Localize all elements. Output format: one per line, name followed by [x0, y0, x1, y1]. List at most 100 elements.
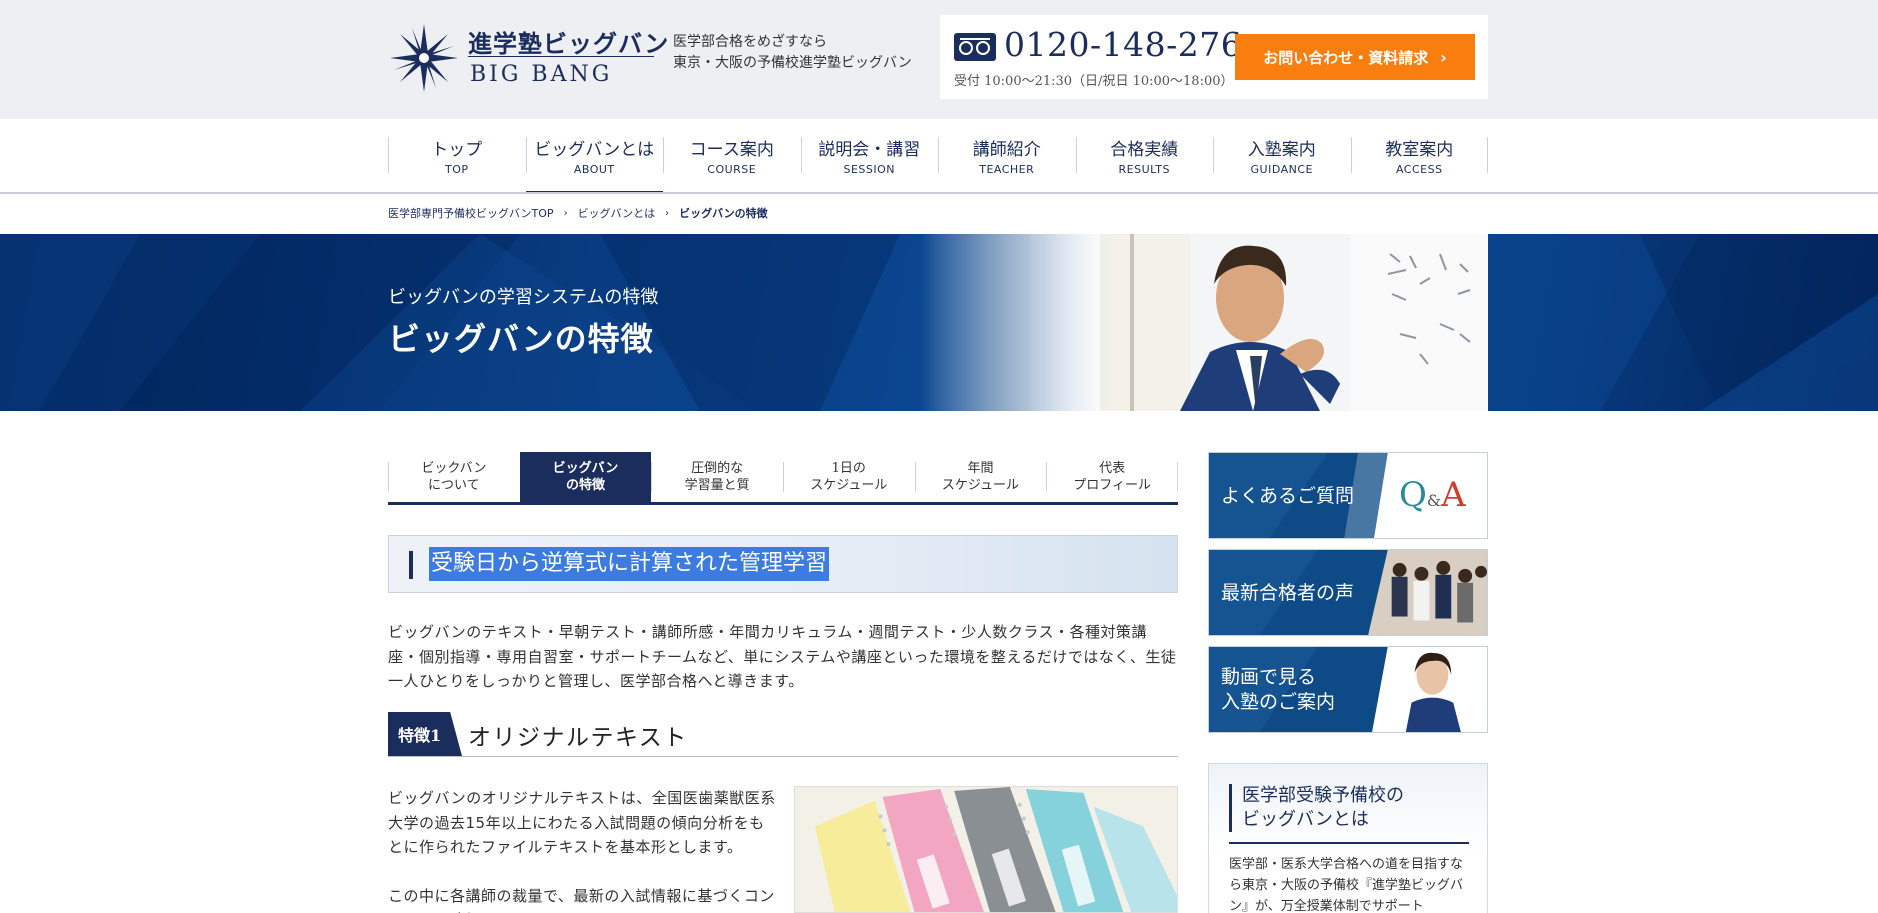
qa-q-letter: Q	[1399, 475, 1427, 515]
nav-item-about[interactable]: ビッグバンとは ABOUT	[525, 119, 664, 194]
contact-request-label: お問い合わせ・資料請求	[1263, 48, 1429, 67]
subtab-line: 年間	[967, 461, 994, 476]
starburst-logo-icon	[390, 24, 458, 92]
feature-title: オリジナルテキスト	[468, 725, 688, 751]
contact-box: 0120-148-276 受付 10:00〜21:30（日/祝日 10:00〜1…	[940, 15, 1488, 99]
subtab-line: について	[428, 478, 480, 493]
nav-label-jp: 合格実績	[1110, 140, 1179, 160]
hero-title: ビッグバンの特徴	[388, 320, 654, 358]
subtab-features[interactable]: ビッグバン の特徴	[519, 452, 652, 502]
logo-japanese-text: 進学塾ビッグバン	[468, 29, 670, 58]
tagline-line-1: 医学部合格をめざすなら	[673, 34, 827, 50]
chevron-right-icon: ›	[1440, 47, 1447, 67]
about-subnav: ビックバンについて ビッグバンの特徴 圧倒的な学習量と質 1日のスケジュール 年…	[388, 452, 1178, 505]
subtab-line: スケジュール	[941, 478, 1019, 493]
testimonials-banner[interactable]: 最新合格者の声	[1208, 549, 1488, 636]
main-nav: トップ TOP ビッグバンとは ABOUT コース案内 COURSE 説明会・講習 SE…	[388, 119, 1489, 194]
faq-banner-label: よくあるご質問	[1221, 485, 1355, 507]
subtab-line: ビックバン	[421, 461, 487, 476]
chevron-right-icon: ›	[563, 207, 568, 219]
feature-paragraph-2: この中に各講師の裁量で、最新の入試情報に基づくコンテンツを追加していきます。	[388, 886, 775, 913]
site-logo[interactable]: 進学塾ビッグバン BIG BANG	[388, 20, 668, 96]
faq-banner[interactable]: よくあるご質問 Q&A	[1208, 452, 1488, 539]
hero-subtitle: ビッグバンの学習システムの特徴	[388, 287, 659, 308]
video-banner-label: 動画で見る 入塾のご案内	[1221, 665, 1335, 715]
free-dial-icon	[954, 33, 996, 61]
about-summary-divider	[1229, 842, 1469, 844]
nav-divider	[0, 192, 1878, 194]
nav-item-top[interactable]: トップ TOP	[388, 119, 526, 193]
nav-label-jp: 教室案内	[1385, 140, 1454, 160]
subtab-daily-schedule[interactable]: 1日のスケジュール	[782, 452, 915, 502]
nav-label-jp: コース案内	[689, 140, 774, 160]
logo-divider	[468, 56, 654, 57]
nav-item-access[interactable]: 教室案内 ACCESS	[1350, 119, 1489, 193]
feature-1-text: ビッグバンのオリジナルテキストは、全国医歯薬獣医系大学の過去15年以上にわたる入…	[388, 786, 778, 913]
nav-label-jp: ビッグバンとは	[534, 140, 655, 160]
video-banner-line-2: 入塾のご案内	[1221, 691, 1336, 713]
phone-number[interactable]: 0120-148-276	[1004, 25, 1242, 64]
about-title-line-2: ビッグバンとは	[1242, 809, 1369, 830]
hero-banner: ビッグバンの学習システムの特徴 ビッグバンの特徴	[0, 234, 1878, 411]
chevron-right-icon: ›	[665, 207, 670, 219]
nav-label-jp: 説明会・講習	[818, 140, 921, 160]
nav-item-results[interactable]: 合格実績 RESULTS	[1075, 119, 1214, 193]
breadcrumb-home-link[interactable]: 医学部専門予備校ビッグバンTOP	[388, 205, 554, 221]
textbooks-photo	[794, 786, 1178, 913]
nav-item-session[interactable]: 説明会・講習 SESSION	[800, 119, 939, 193]
breadcrumb-current: ビッグバンの特徴	[679, 207, 768, 220]
nav-label-jp: 入塾案内	[1247, 140, 1316, 160]
feature-paragraph-1: ビッグバンのオリジナルテキストは、全国医歯薬獣医系大学の過去15年以上にわたる入…	[388, 789, 776, 856]
section-heading: 受験日から逆算式に計算された管理学習	[388, 535, 1178, 593]
site-header: 進学塾ビッグバン BIG BANG 医学部合格をめざすなら 東京・大阪の予備校進…	[0, 0, 1878, 119]
subtab-line: の特徴	[565, 478, 605, 493]
about-summary-title: 医学部受験予備校の ビッグバンとは	[1229, 784, 1469, 832]
nav-item-course[interactable]: コース案内 COURSE	[663, 119, 801, 193]
intro-paragraph: ビッグバンのテキスト・早朝テスト・講師所感・年間カリキュラム・週間テスト・少人数…	[388, 623, 1177, 690]
contact-request-button[interactable]: お問い合わせ・資料請求 ›	[1235, 34, 1475, 80]
heading-accent-bar	[409, 551, 413, 579]
breadcrumb: 医学部専門予備校ビッグバンTOP › ビッグバンとは › ビッグバンの特徴	[388, 205, 768, 221]
subtab-line: 学習量と質	[684, 478, 750, 493]
nav-label-en: COURSE	[707, 163, 757, 176]
subtab-line: プロフィール	[1073, 478, 1151, 493]
video-banner-line-1: 動画で見る	[1221, 666, 1317, 688]
testimonials-banner-label: 最新合格者の声	[1221, 582, 1355, 604]
subtab-line: スケジュール	[810, 478, 888, 493]
video-guidance-banner[interactable]: 動画で見る 入塾のご案内	[1208, 646, 1488, 733]
breadcrumb-about-link[interactable]: ビッグバンとは	[578, 205, 656, 221]
nav-label-en: GUIDANCE	[1250, 163, 1313, 176]
subtab-line: ビッグバン	[552, 461, 619, 476]
header-tagline: 医学部合格をめざすなら 東京・大阪の予備校進学塾ビッグバン	[673, 32, 912, 74]
teacher-photo	[920, 234, 1488, 411]
reception-hours: 受付 10:00〜21:30（日/祝日 10:00〜18:00）	[954, 74, 1234, 89]
about-summary-box: 医学部受験予備校の ビッグバンとは 医学部・医系大学合格への道を目指すなら東京・…	[1208, 763, 1488, 913]
nav-item-guidance[interactable]: 入塾案内 GUIDANCE	[1213, 119, 1351, 193]
nav-label-en: ABOUT	[573, 163, 615, 176]
nav-label-en: TEACHER	[979, 163, 1035, 176]
subtab-annual-schedule[interactable]: 年間 スケジュール	[914, 452, 1047, 502]
nav-label-jp: 講師紹介	[972, 140, 1041, 160]
subtab-study-volume[interactable]: 圧倒的な 学習量と質	[651, 452, 783, 502]
subtab-line: 1日の	[831, 461, 866, 476]
subtab-line: 圧倒的な	[691, 461, 744, 476]
logo-english-text: BIG BANG	[470, 62, 613, 87]
about-summary-text: 医学部・医系大学合格への道を目指すなら東京・大阪の予備校『進学塾ビッグバン』が、…	[1229, 857, 1464, 913]
nav-label-en: SESSION	[843, 163, 896, 176]
about-title-line-1: 医学部受験予備校の	[1242, 785, 1404, 806]
section-heading-text: 受験日から逆算式に計算された管理学習	[429, 547, 830, 581]
nav-label-en: ACCESS	[1395, 163, 1443, 176]
subtab-about-bigbang[interactable]: ビックバン について	[388, 452, 520, 502]
nav-label-jp: トップ	[431, 140, 483, 160]
qa-amp: &	[1426, 491, 1442, 510]
qa-logo-icon: Q&A	[1399, 475, 1466, 515]
qa-a-letter: A	[1441, 475, 1466, 515]
nav-item-teacher[interactable]: 講師紹介 TEACHER	[938, 119, 1076, 193]
feature-badge: 特徴1	[388, 712, 462, 756]
subtab-profile[interactable]: 代表 プロフィール	[1046, 452, 1178, 502]
nav-label-en: TOP	[444, 163, 469, 176]
nav-label-en: RESULTS	[1118, 163, 1170, 176]
feature-1-heading: 特徴1 オリジナルテキスト	[388, 712, 1178, 757]
subtab-line: 代表	[1099, 461, 1126, 476]
tagline-line-2: 東京・大阪の予備校進学塾ビッグバン	[673, 55, 912, 71]
